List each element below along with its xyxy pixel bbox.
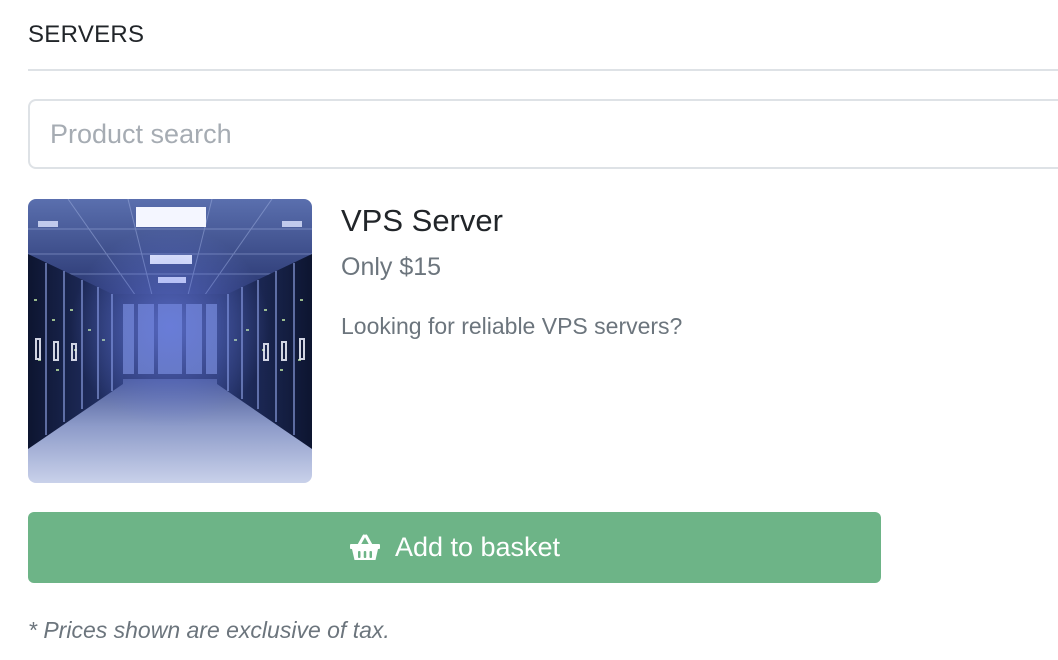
tax-note: * Prices shown are exclusive of tax. bbox=[28, 617, 390, 643]
section-title: SERVERS bbox=[28, 21, 145, 48]
product-description: Looking for reliable VPS servers? bbox=[341, 313, 683, 339]
product-page: SERVERS Product search VPS Server Only $… bbox=[0, 0, 1058, 660]
basket-icon bbox=[349, 534, 380, 560]
product-name: VPS Server bbox=[341, 203, 503, 238]
section-divider bbox=[28, 69, 1058, 71]
product-image[interactable] bbox=[28, 199, 312, 483]
add-to-basket-label: Add to basket bbox=[394, 532, 561, 562]
product-search-input[interactable] bbox=[28, 99, 1058, 169]
add-to-basket-button[interactable]: Add to basket bbox=[28, 512, 881, 583]
product-price: Only $15 bbox=[341, 253, 442, 281]
